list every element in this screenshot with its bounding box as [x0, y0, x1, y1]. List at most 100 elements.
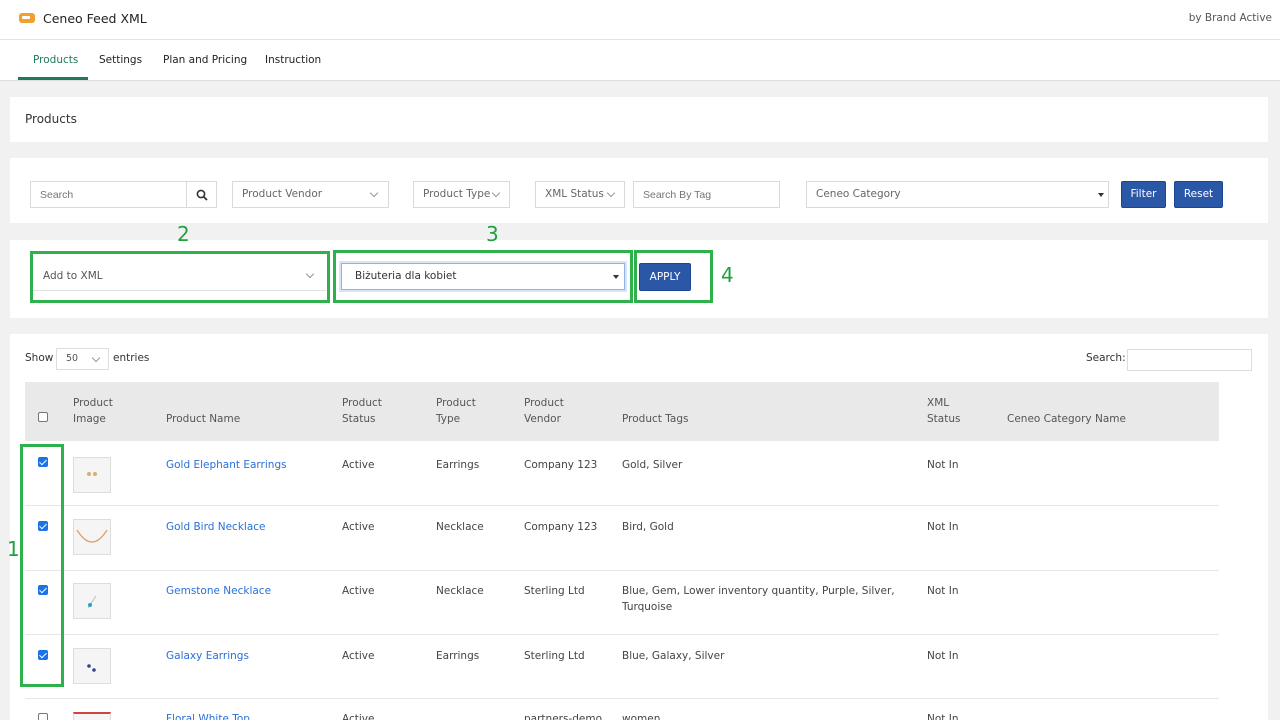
row-checkbox[interactable]	[38, 713, 48, 720]
annotation-number-2: 2	[177, 222, 190, 246]
product-type: Necklace	[436, 521, 484, 533]
app-logo-icon	[19, 13, 35, 23]
table-row: Galaxy Earrings Active Earrings Sterling…	[25, 635, 1219, 699]
product-type: Necklace	[436, 585, 484, 597]
filter-bar: Product Vendor Product Type XML Status C…	[10, 158, 1268, 223]
vendor-select[interactable]: Product Vendor	[232, 181, 389, 208]
search-button[interactable]	[186, 181, 217, 208]
annotation-number-1: 1	[7, 537, 20, 561]
product-tags: Blue, Gem, Lower inventory quantity, Pur…	[622, 583, 895, 615]
ceneo-category-select-value: Ceneo Category	[816, 188, 901, 200]
tab-plan-and-pricing[interactable]: Plan and Pricing	[163, 54, 247, 66]
product-thumbnail	[73, 519, 111, 555]
table-search-input[interactable]	[1127, 349, 1252, 371]
entries-select[interactable]: 50	[56, 348, 109, 370]
product-thumbnail	[73, 457, 111, 493]
header-text: Status	[927, 413, 961, 425]
chevron-down-icon	[606, 188, 616, 198]
tab-products[interactable]: Products	[33, 54, 78, 66]
search-input[interactable]	[30, 181, 187, 208]
product-status: Active	[342, 521, 375, 533]
product-type: Earrings	[436, 459, 480, 471]
ceneo-category-select[interactable]: Ceneo Category	[806, 181, 1109, 208]
chevron-down-icon	[91, 353, 101, 363]
product-thumbnail	[73, 712, 111, 720]
header-product-image[interactable]: Product Image	[73, 395, 113, 427]
xml-status: Not In	[927, 459, 959, 471]
header-product-status[interactable]: Product Status	[342, 395, 382, 427]
product-thumbnail	[73, 648, 111, 684]
brand-credit: by Brand Active	[1188, 12, 1272, 24]
header-text: XML	[927, 397, 950, 409]
search-icon	[196, 189, 208, 201]
tags-line: Turquoise	[622, 601, 673, 613]
product-name-link[interactable]: Gold Elephant Earrings	[166, 457, 287, 473]
chevron-down-icon	[491, 188, 501, 198]
select-all-checkbox[interactable]	[38, 412, 48, 422]
tab-settings[interactable]: Settings	[99, 54, 142, 66]
product-type: Earrings	[436, 650, 480, 662]
header-text: Vendor	[524, 413, 561, 425]
show-label: Show	[25, 352, 54, 364]
xml-status-select-value: XML Status	[545, 188, 604, 200]
earrings-image-icon	[87, 472, 97, 476]
header-text: Image	[73, 413, 106, 425]
table-row: Gold Bird Necklace Active Necklace Compa…	[25, 507, 1219, 571]
annotation-box-2	[30, 251, 330, 303]
product-status: Active	[342, 459, 375, 471]
header-product-type[interactable]: Product Type	[436, 395, 476, 427]
annotation-number-4: 4	[721, 263, 734, 287]
gemstone-image-icon	[87, 595, 97, 609]
product-name-link[interactable]: Gemstone Necklace	[166, 583, 271, 599]
header-product-name[interactable]: Product Name	[166, 411, 240, 427]
header-xml-status[interactable]: XML Status	[927, 395, 960, 427]
filter-button[interactable]: Filter	[1121, 181, 1166, 208]
app-title: Ceneo Feed XML	[43, 11, 147, 26]
header-product-tags[interactable]: Product Tags	[622, 411, 688, 427]
product-status: Active	[342, 713, 375, 720]
annotation-box-4	[634, 250, 713, 303]
product-tags: Bird, Gold	[622, 521, 674, 533]
xml-status: Not In	[927, 585, 959, 597]
xml-status: Not In	[927, 650, 959, 662]
annotation-box-1	[20, 444, 64, 687]
header-text: Product	[436, 397, 476, 409]
type-select-value: Product Type	[423, 188, 491, 200]
product-tags: Gold, Silver	[622, 459, 683, 471]
header-text: Type	[436, 413, 461, 425]
table-row: Gemstone Necklace Active Necklace Sterli…	[25, 571, 1219, 635]
product-tags: women	[622, 713, 661, 720]
product-thumbnail	[73, 583, 111, 619]
product-vendor: Sterling Ltd	[524, 650, 585, 662]
product-tags: Blue, Galaxy, Silver	[622, 650, 725, 662]
tag-search-input[interactable]	[633, 181, 780, 208]
header-ceneo-category[interactable]: Ceneo Category Name	[1007, 411, 1126, 427]
table-header: Product Image Product Name Product Statu…	[25, 382, 1219, 441]
product-name-link[interactable]: Galaxy Earrings	[166, 648, 249, 664]
table-search-label: Search:	[1086, 352, 1126, 364]
product-vendor: Sterling Ltd	[524, 585, 585, 597]
main-nav: Products Settings Plan and Pricing Instr…	[0, 40, 1280, 81]
header-text: Product	[73, 397, 113, 409]
table-row: Gold Elephant Earrings Active Earrings C…	[25, 442, 1219, 506]
caret-down-icon	[1098, 193, 1104, 197]
galaxy-earrings-image-icon	[87, 664, 96, 672]
type-select[interactable]: Product Type	[413, 181, 510, 208]
active-tab-indicator	[18, 77, 88, 80]
product-name-link[interactable]: Gold Bird Necklace	[166, 519, 266, 535]
reset-button[interactable]: Reset	[1174, 181, 1223, 208]
vendor-select-value: Product Vendor	[242, 188, 323, 200]
xml-status-select[interactable]: XML Status	[535, 181, 625, 208]
product-vendor: Company 123	[524, 521, 598, 533]
product-vendor: partners-demo	[524, 713, 603, 720]
necklace-image-icon	[76, 529, 108, 543]
annotation-number-3: 3	[486, 222, 499, 246]
header-product-vendor[interactable]: Product Vendor	[524, 395, 564, 427]
header-text: Status	[342, 413, 376, 425]
header-text: Product	[524, 397, 564, 409]
app-header: Ceneo Feed XML by Brand Active	[0, 0, 1280, 40]
product-status: Active	[342, 650, 375, 662]
chevron-down-icon	[369, 188, 379, 198]
tab-instruction[interactable]: Instruction	[265, 54, 321, 66]
product-name-link[interactable]: Floral White Top	[166, 711, 250, 720]
